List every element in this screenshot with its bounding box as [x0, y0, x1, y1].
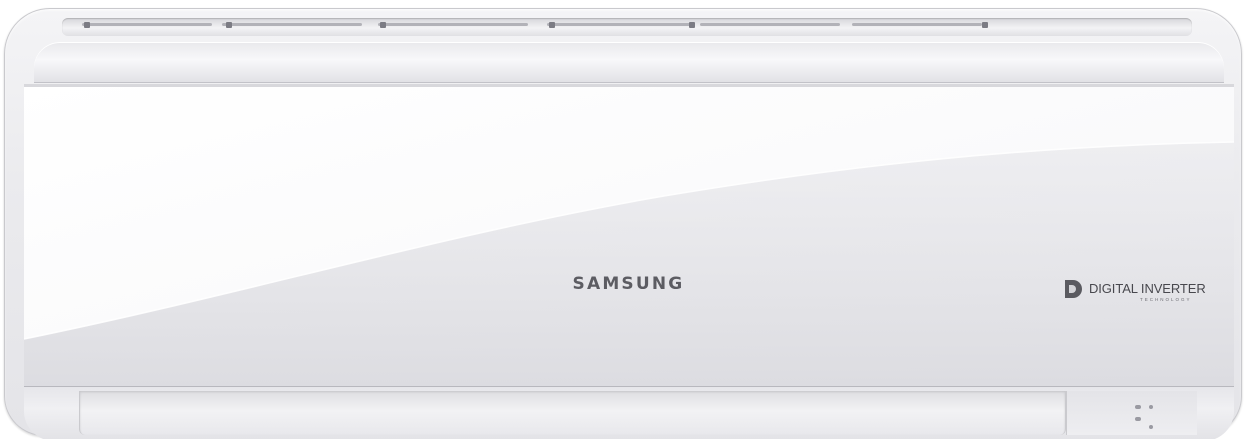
badge-subtitle: TECHNOLOGY [1140, 297, 1192, 302]
front-panel [24, 84, 1234, 386]
indicator-light [1149, 405, 1153, 409]
vent-clip [689, 22, 695, 28]
vent-slot [82, 23, 212, 26]
vent-slot [378, 23, 528, 26]
indicator-panel [1066, 391, 1197, 435]
digital-inverter-logo-icon [1065, 280, 1082, 298]
indoor-unit-body: SAMSUNG DIGITAL INVERTER TECHNOLOGY [4, 8, 1242, 439]
indicator-light [1149, 425, 1153, 429]
badge-title: DIGITAL INVERTER [1089, 281, 1206, 296]
upper-ridge [34, 42, 1224, 83]
lower-housing [24, 386, 1234, 439]
vent-slot [852, 23, 982, 26]
vent-clip [84, 22, 90, 28]
vent-clip [982, 22, 988, 28]
vent-clip [549, 22, 555, 28]
vent-clip [226, 22, 232, 28]
air-conditioner-photo: SAMSUNG DIGITAL INVERTER TECHNOLOGY [0, 0, 1249, 439]
vent-slot [547, 23, 692, 26]
vent-clip [380, 22, 386, 28]
indicator-light [1135, 417, 1141, 421]
top-air-intake [62, 18, 1192, 36]
airflow-louver[interactable] [79, 391, 1066, 435]
digital-inverter-badge: DIGITAL INVERTER TECHNOLOGY [1062, 278, 1206, 308]
vent-slot [222, 23, 362, 26]
panel-reflection [24, 84, 1234, 386]
vent-slot [700, 23, 840, 26]
indicator-light [1135, 405, 1141, 409]
